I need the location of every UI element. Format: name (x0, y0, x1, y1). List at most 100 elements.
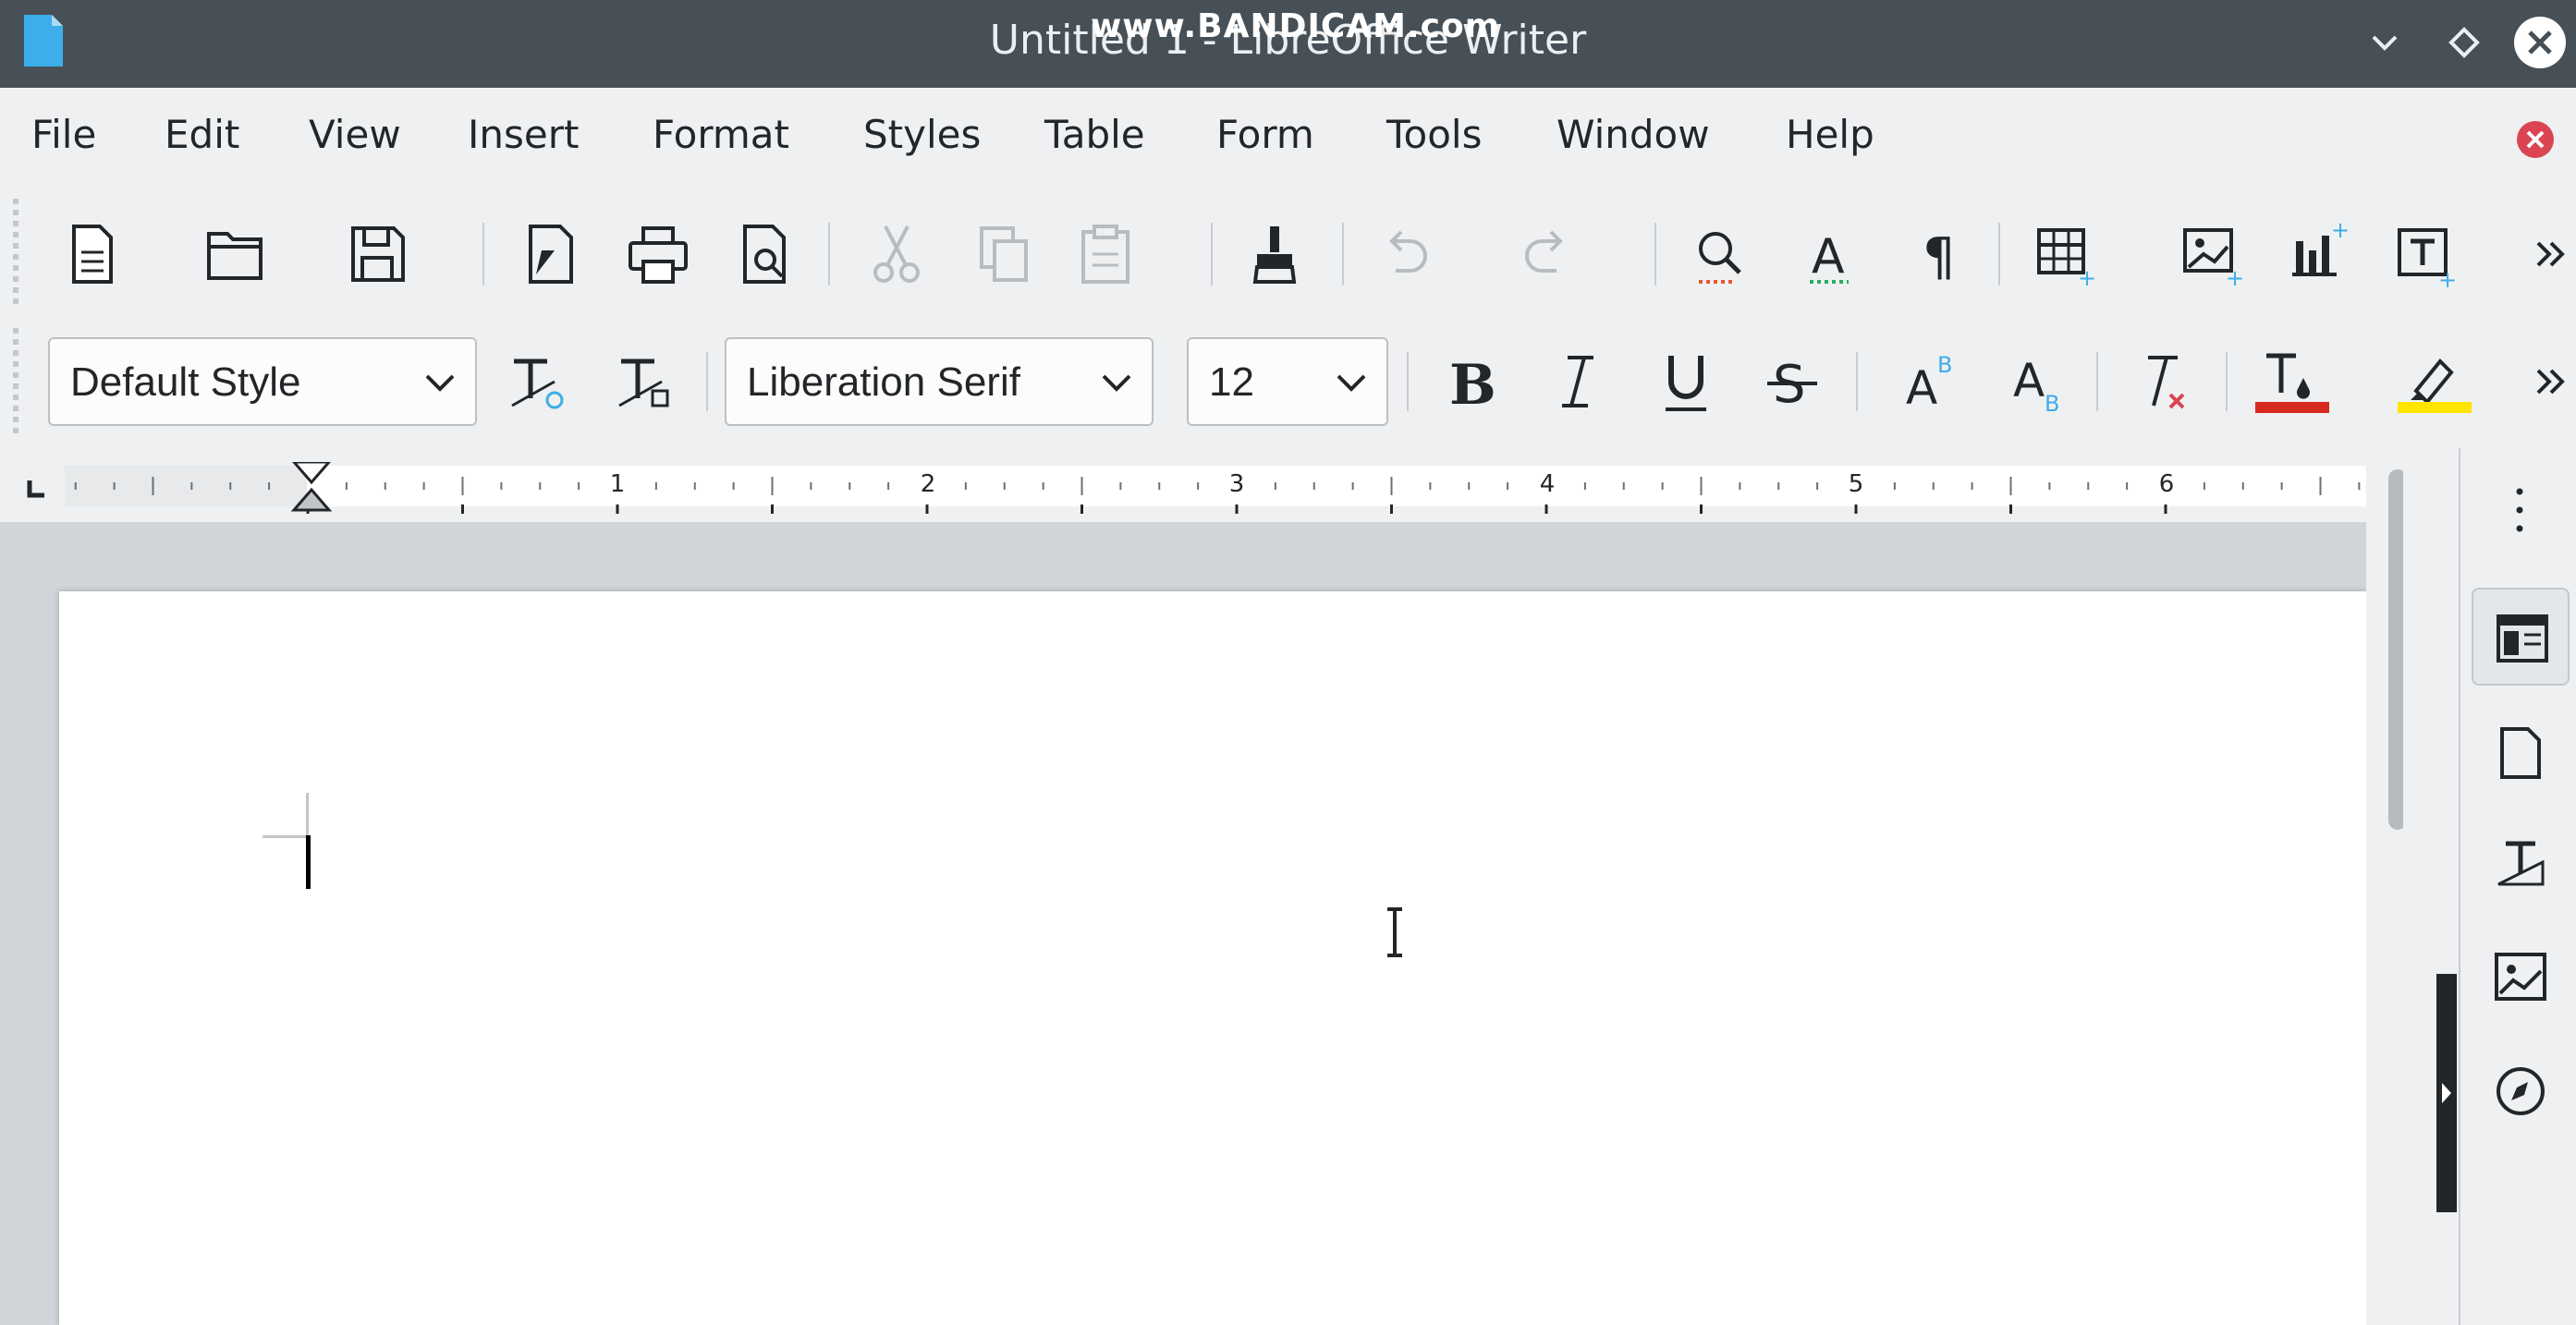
insert-image-icon[interactable]: + (2174, 217, 2248, 291)
toolbar-separator (828, 223, 830, 286)
close-window-icon[interactable] (2510, 13, 2570, 72)
svg-text:B: B (1449, 353, 1496, 418)
cut-icon[interactable] (860, 217, 934, 291)
formatting-toolbar: Default Style Liberation Serif 12 B S AB… (0, 319, 2576, 707)
menu-tools[interactable]: Tools (1386, 112, 1482, 157)
font-name-combo[interactable]: Liberation Serif (725, 337, 1154, 426)
close-document-icon[interactable] (2516, 120, 2555, 159)
redo-icon[interactable] (1510, 217, 1584, 291)
strikethrough-icon[interactable]: S (1756, 345, 1830, 419)
toolbar-separator (1407, 352, 1409, 411)
menu-bar: File Edit View Insert Format Styles Tabl… (0, 88, 2576, 189)
document-page[interactable] (59, 591, 2366, 1325)
menu-table[interactable]: Table (1044, 112, 1145, 157)
toolbar-separator (1342, 223, 1344, 286)
subscript-icon[interactable]: AB (2002, 345, 2076, 419)
toolbar-separator (1998, 223, 2000, 286)
new-document-icon[interactable] (55, 217, 129, 291)
underline-icon[interactable] (1649, 345, 1723, 419)
insert-chart-icon[interactable]: + (2281, 217, 2355, 291)
collapse-arrow-icon (2442, 1083, 2451, 1103)
print-icon[interactable] (621, 217, 695, 291)
svg-text:+: + (2226, 265, 2244, 291)
sidebar-gallery-button[interactable] (2472, 928, 2570, 1026)
minimize-icon[interactable] (2355, 13, 2414, 72)
sidebar-styles-button[interactable] (2472, 813, 2570, 911)
menu-file[interactable]: File (31, 112, 96, 157)
maximize-icon[interactable] (2435, 13, 2494, 72)
more-formatting-icon[interactable] (2529, 345, 2573, 419)
ruler-label: 5 (1849, 470, 1864, 498)
save-icon[interactable] (340, 217, 414, 291)
formatting-marks-icon[interactable]: ¶ (1902, 217, 1976, 291)
toolbar-grip[interactable] (13, 199, 18, 310)
svg-text:+: + (2078, 265, 2096, 291)
ruler-label: 4 (1540, 470, 1556, 498)
new-style-icon[interactable] (608, 345, 682, 419)
svg-text:B: B (1937, 352, 1952, 378)
toolbar-grip[interactable] (13, 328, 18, 439)
chevron-down-icon[interactable] (1333, 367, 1370, 400)
svg-text:+: + (2331, 217, 2350, 243)
gallery-icon (2495, 953, 2546, 1001)
sidebar-navigator-button[interactable] (2472, 1042, 2570, 1140)
open-icon[interactable] (198, 217, 272, 291)
insert-textbox-icon[interactable]: + (2388, 217, 2462, 291)
text-boundary-mark (306, 793, 309, 837)
title-bar: Untitled 1 - LibreOffice Writer www.BAND… (0, 0, 2576, 88)
more-tools-icon[interactable] (2529, 217, 2573, 291)
sidebar-menu-icon[interactable] (2509, 482, 2531, 538)
menu-edit[interactable]: Edit (165, 112, 239, 157)
sidebar-collapse-handle[interactable] (2436, 974, 2457, 1212)
navigator-icon (2497, 1067, 2545, 1115)
highlight-color-icon[interactable] (2398, 345, 2472, 419)
recording-watermark: www.BANDICAM.com (1091, 7, 1501, 45)
sidebar-page-button[interactable] (2472, 704, 2570, 802)
ibeam-cursor-icon (1387, 907, 1402, 957)
toolbar-separator (2226, 352, 2228, 411)
toolbar-separator (1654, 223, 1656, 286)
ruler-label: 3 (1229, 470, 1245, 498)
export-pdf-icon[interactable] (514, 217, 588, 291)
menu-view[interactable]: View (309, 112, 401, 157)
print-preview-icon[interactable] (728, 217, 802, 291)
paste-icon[interactable] (1068, 217, 1142, 291)
horizontal-ruler[interactable]: 1 2 3 4 5 6 (65, 462, 2366, 514)
standard-toolbar: A ¶ + + + + (0, 189, 2576, 450)
menu-window[interactable]: Window (1557, 112, 1710, 157)
menu-insert[interactable]: Insert (468, 112, 579, 157)
svg-text:+: + (2438, 267, 2457, 291)
undo-icon[interactable] (1368, 217, 1442, 291)
spelling-icon[interactable]: A (1793, 217, 1867, 291)
svg-text:B: B (2045, 391, 2059, 417)
tab-stop-type-icon[interactable] (24, 477, 48, 501)
update-style-icon[interactable] (501, 345, 575, 419)
paragraph-style-combo[interactable]: Default Style (48, 337, 477, 426)
font-size-combo[interactable]: 12 (1187, 337, 1388, 426)
svg-text:A: A (1906, 361, 1937, 415)
svg-text:A: A (1812, 229, 1845, 285)
italic-icon[interactable] (1542, 345, 1616, 419)
menu-format[interactable]: Format (653, 112, 789, 157)
copy-icon[interactable] (967, 217, 1041, 291)
find-replace-icon[interactable] (1682, 217, 1756, 291)
ruler-label: 6 (2159, 470, 2175, 498)
sidebar-properties-button[interactable] (2472, 588, 2570, 686)
chevron-down-icon[interactable] (421, 367, 458, 400)
ruler-label: 1 (610, 470, 626, 498)
ruler-label: 2 (921, 470, 936, 498)
toolbar-separator (482, 223, 484, 286)
menu-styles[interactable]: Styles (863, 112, 981, 157)
chevron-down-icon[interactable] (1098, 367, 1135, 400)
menu-help[interactable]: Help (1786, 112, 1874, 157)
superscript-icon[interactable]: AB (1895, 345, 1969, 419)
paragraph-style-value: Default Style (70, 359, 301, 405)
bold-icon[interactable]: B (1435, 345, 1508, 419)
clone-formatting-icon[interactable] (1239, 217, 1312, 291)
text-cursor (306, 835, 311, 889)
svg-text:¶: ¶ (1923, 227, 1956, 287)
menu-form[interactable]: Form (1216, 112, 1314, 157)
insert-table-icon[interactable]: + (2028, 217, 2102, 291)
font-color-icon[interactable] (2255, 345, 2329, 419)
clear-formatting-icon[interactable] (2126, 345, 2200, 419)
